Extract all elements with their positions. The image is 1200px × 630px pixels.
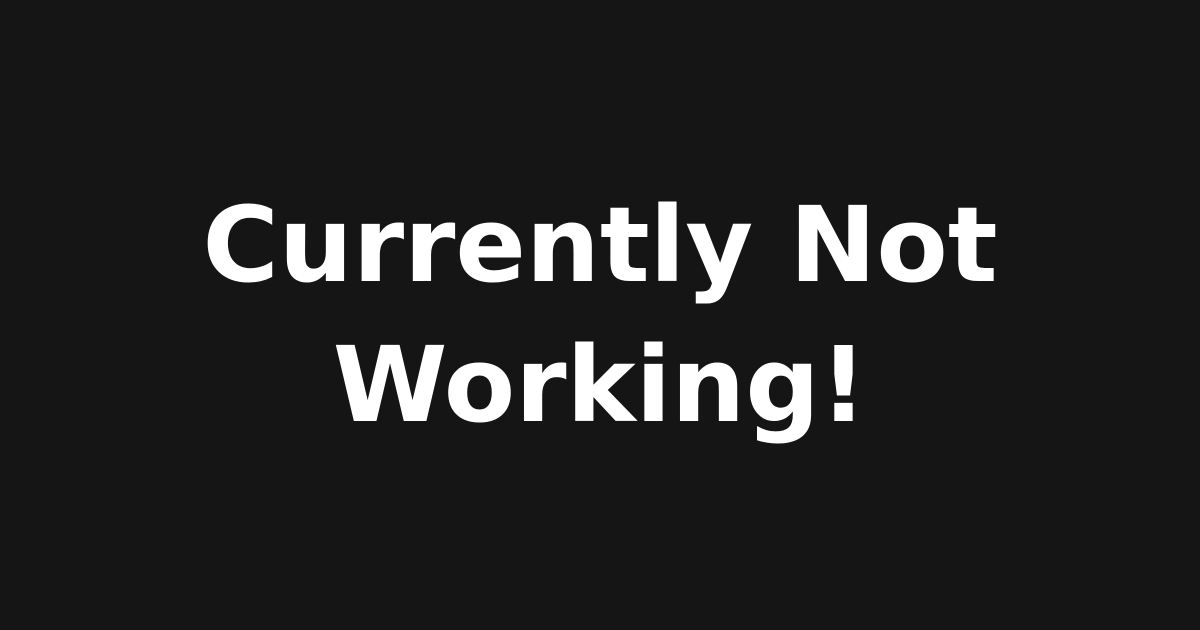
headline-line-1: Currently Not bbox=[202, 184, 998, 306]
announcement-card: Currently Not Working! bbox=[0, 0, 1200, 630]
status-headline: Currently Not Working! bbox=[202, 175, 997, 455]
headline-line-2: Working! bbox=[332, 324, 868, 446]
